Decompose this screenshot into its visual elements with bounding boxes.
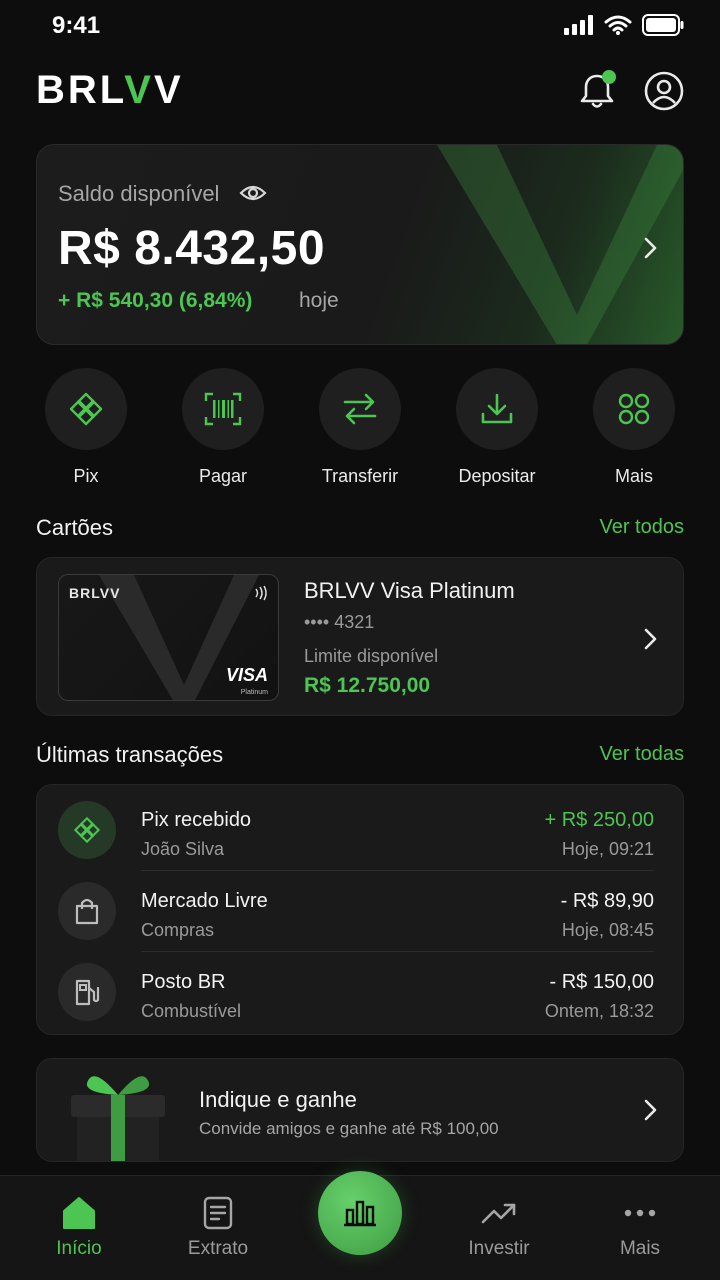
transaction-icon-wrap (58, 801, 116, 859)
bottom-navigation: Início Extrato Investir Mais (0, 1171, 720, 1280)
referral-title: Indique e ganhe (199, 1087, 357, 1112)
action-transferir-circle[interactable] (319, 368, 401, 450)
transactions-list: Pix recebido João Silva + R$ 250,00 Hoje… (36, 784, 684, 1035)
status-time: 9:41 (52, 12, 101, 39)
pix-icon (69, 392, 103, 426)
card-logo: BRLVV (69, 585, 121, 601)
balance-label: Saldo disponível (58, 181, 220, 206)
nav-label: Mais (619, 1238, 661, 1259)
chevron-right-icon[interactable] (641, 1097, 661, 1123)
nav-home[interactable]: Início (19, 1196, 139, 1260)
wifi-icon (604, 15, 632, 35)
chevron-right-icon[interactable] (641, 626, 661, 652)
nav-label: Início (56, 1238, 102, 1259)
action-depositar-circle[interactable] (456, 368, 538, 450)
referral-subtitle: Convide amigos e ganhe até R$ 100,00 (199, 1119, 499, 1138)
transactions-see-all-link[interactable]: Ver todas (599, 743, 684, 766)
eye-icon[interactable] (239, 181, 267, 205)
action-pix[interactable]: Pix (31, 368, 141, 487)
transaction-time: Hoje, 08:45 (561, 920, 654, 940)
transaction-amount: - R$ 89,90 (560, 890, 654, 912)
card-thumbnail: BRLVV VISA Platinum (58, 574, 279, 701)
nav-more[interactable]: Mais (580, 1196, 700, 1260)
more-icon (624, 1209, 656, 1217)
action-transferir[interactable]: Transferir (305, 368, 415, 487)
transaction-time: Ontem, 18:32 (544, 1001, 654, 1021)
transaction-icon-wrap (58, 882, 116, 940)
transaction-time: Hoje, 09:21 (561, 839, 654, 859)
action-pix-circle[interactable] (45, 368, 127, 450)
transaction-subtitle: Combustível (141, 1001, 242, 1021)
transaction-amount: - R$ 150,00 (549, 971, 654, 993)
balance-period: hoje (299, 289, 339, 312)
transaction-title: Posto BR (141, 971, 226, 993)
contactless-icon (255, 585, 267, 601)
card-name: BRLVV Visa Platinum (304, 578, 515, 603)
cards-see-all-link[interactable]: Ver todos (599, 516, 684, 539)
action-pagar[interactable]: Pagar (168, 368, 278, 487)
transaction-title: Pix recebido (141, 809, 252, 831)
transaction-amount: + R$ 250,00 (544, 809, 654, 831)
action-mais-circle[interactable] (593, 368, 675, 450)
profile-icon[interactable] (644, 71, 684, 111)
signal-icon (564, 15, 593, 35)
card-tier: Platinum (240, 689, 268, 696)
shopping-bag-icon (75, 898, 99, 925)
action-label: Depositar (458, 466, 536, 486)
transaction-icon-wrap (58, 963, 116, 1021)
chart-icon (344, 1200, 376, 1227)
fuel-icon (75, 979, 100, 1006)
nav-center-button[interactable] (318, 1171, 402, 1255)
download-icon (481, 393, 513, 424)
transaction-row[interactable]: Mercado Livre Compras - R$ 89,90 Hoje, 0… (37, 870, 683, 951)
document-icon (203, 1196, 233, 1230)
pix-icon (73, 816, 101, 844)
transaction-subtitle: João Silva (141, 839, 225, 859)
trend-up-icon (481, 1203, 516, 1224)
action-mais[interactable]: Mais (579, 368, 689, 487)
action-label: Pagar (198, 466, 248, 486)
transfer-icon (343, 393, 377, 425)
nav-label: Extrato (187, 1238, 249, 1259)
card-brand: VISA (225, 665, 268, 685)
card-limit: R$ 12.750,00 (304, 674, 431, 697)
transaction-row[interactable]: Posto BR Combustível - R$ 150,00 Ontem, … (37, 951, 683, 1032)
nav-invest[interactable]: Investir (439, 1196, 559, 1260)
action-label: Mais (614, 466, 653, 486)
notification-dot (602, 70, 616, 84)
brand-logo: BRLVV (36, 68, 184, 112)
transaction-row[interactable]: Pix recebido João Silva + R$ 250,00 Hoje… (37, 789, 683, 870)
action-depositar[interactable]: Depositar (442, 368, 552, 487)
card-number: •••• 4321 (304, 612, 375, 632)
battery-icon (642, 14, 684, 36)
grid-icon (618, 393, 650, 425)
chevron-right-icon[interactable] (641, 235, 661, 261)
nav-statement[interactable]: Extrato (158, 1196, 278, 1260)
action-label: Pix (73, 466, 99, 486)
barcode-icon (204, 392, 242, 426)
nav-label: Investir (468, 1238, 530, 1259)
card-item[interactable]: BRLVV VISA Platinum BRLVV Visa Platinum … (36, 557, 684, 716)
referral-banner[interactable]: Indique e ganhe Convide amigos e ganhe a… (36, 1058, 684, 1162)
balance-amount: R$ 8.432,50 (58, 222, 326, 275)
action-label: Transferir (321, 466, 399, 486)
card-limit-label: Limite disponível (304, 646, 439, 666)
transaction-title: Mercado Livre (141, 890, 268, 912)
action-pagar-circle[interactable] (182, 368, 264, 450)
transactions-section-title: Últimas transações (36, 742, 224, 767)
status-icons (564, 14, 684, 36)
balance-card[interactable]: Saldo disponível R$ 8.432,50 + R$ 540,30… (36, 144, 684, 345)
cards-section-title: Cartões (36, 515, 114, 540)
transaction-subtitle: Compras (141, 920, 215, 940)
gift-icon (71, 1076, 165, 1161)
balance-change: + R$ 540,30 (6,84%) (58, 289, 253, 312)
home-icon (63, 1197, 95, 1229)
